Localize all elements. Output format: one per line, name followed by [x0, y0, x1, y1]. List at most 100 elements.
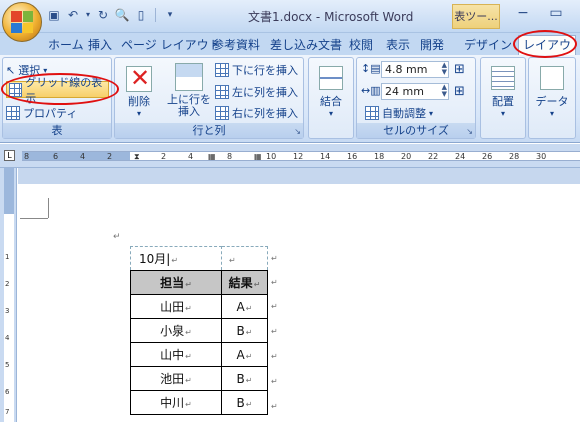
column-width-input[interactable]: 24 mm ▲ ▼ [381, 83, 449, 100]
page-corner-mark [20, 218, 48, 219]
print-preview-icon[interactable]: 🔍 [114, 7, 130, 23]
insert-above-label: 上に行を挿入 [167, 93, 211, 118]
undo-icon[interactable]: ↶ [65, 7, 81, 23]
ruler-number: 8 [24, 152, 30, 161]
row-height-icon: ↕▤ [361, 62, 381, 75]
horizontal-ruler[interactable]: 8 6 4 2 ⧗ 2 4 ▦ 8 ▦ 10 12 14 16 18 20 22… [0, 144, 580, 168]
header-cell[interactable]: 担当↵ [130, 270, 222, 295]
table-cell[interactable]: 10月|↵ [130, 246, 222, 271]
dialog-launcher-icon[interactable]: ↘ [294, 127, 301, 136]
tab-home[interactable]: ホーム [44, 35, 88, 55]
cell-text: 中川 [160, 396, 185, 410]
table-cell[interactable]: ↵ [221, 246, 268, 271]
tab-layout[interactable]: レイアウト [518, 35, 576, 71]
dialog-launcher-icon[interactable]: ↘ [466, 127, 473, 136]
delete-button[interactable]: ✕ 削除 ▾ [121, 64, 157, 120]
table-row: 山中↵ A↵ [130, 342, 268, 367]
merge-cells-icon [319, 66, 343, 90]
group-cell-size: ↕▤ 4.8 mm ▲ ▼ ⊞ ↔▥ 24 mm ▲ ▼ ⊞ 自動調整 ▾ セルのサ… [356, 57, 476, 139]
cell-text: B [236, 371, 245, 386]
tab-developer[interactable]: 開発 [416, 35, 448, 55]
cell-mark: ↵ [245, 399, 253, 409]
table-cell[interactable]: A↵ [221, 294, 268, 319]
autofit-button[interactable]: 自動調整 ▾ [365, 105, 433, 121]
insert-right-label: 右に列を挿入 [232, 107, 298, 120]
table-cell[interactable]: A↵ [221, 342, 268, 367]
tab-selector-button[interactable]: L [4, 150, 15, 161]
table-cell[interactable]: 池田↵ [130, 366, 222, 391]
table-cell[interactable]: 山田↵ [130, 294, 222, 319]
cell-mark: ↵ [185, 376, 192, 385]
new-document-icon[interactable]: ▯ [133, 7, 149, 23]
alignment-button[interactable]: 配置 ▾ [485, 66, 521, 120]
header-cell[interactable]: 結果↵ [221, 270, 268, 295]
distribute-columns-icon[interactable]: ⊞ [454, 84, 465, 99]
document-table[interactable]: 10月|↵ ↵ 担当↵ 結果↵ 山田↵ A↵ 小泉↵ B↵ 山中↵ A↵ 池田↵… [130, 246, 268, 415]
maximize-button[interactable]: ▭ [545, 5, 567, 23]
ruler-number: 2 [107, 152, 113, 161]
cell-mark: ↵ [185, 328, 192, 337]
spin-arrows-icon[interactable]: ▲ ▼ [442, 84, 447, 98]
properties-button[interactable]: プロパティ [6, 105, 77, 121]
ruler-column-marker-icon[interactable]: ▦ [254, 152, 262, 161]
row-end-mark: ↵ [271, 377, 278, 386]
autofit-label: 自動調整 [382, 107, 426, 120]
table-cell[interactable]: B↵ [221, 318, 268, 343]
spin-arrows-icon[interactable]: ▲ ▼ [442, 62, 447, 76]
properties-icon [6, 106, 20, 120]
table-cell[interactable]: B↵ [221, 390, 268, 415]
table-cell[interactable]: B↵ [221, 366, 268, 391]
tab-references[interactable]: 参考資料 [208, 35, 264, 55]
merge-button[interactable]: 結合 ▾ [313, 66, 349, 120]
column-width-value: 24 mm [385, 85, 424, 98]
ruler-number: 14 [320, 152, 331, 161]
table-cell[interactable]: 山中↵ [130, 342, 222, 367]
insert-below-button[interactable]: 下に行を挿入 [215, 62, 298, 78]
autofit-icon [365, 106, 379, 120]
insert-left-label: 左に列を挿入 [232, 86, 298, 99]
insert-column-left-icon [215, 85, 229, 99]
ruler-number: 30 [536, 152, 547, 161]
vertical-ruler[interactable]: 1 2 3 4 5 6 7 [0, 168, 17, 422]
cell-text: 山中 [160, 348, 185, 362]
document-page[interactable] [18, 168, 580, 422]
save-icon[interactable]: ▣ [46, 7, 62, 23]
vruler-number: 3 [5, 307, 10, 315]
row-height-input[interactable]: 4.8 mm ▲ ▼ [381, 61, 449, 78]
insert-row-below-icon [215, 63, 229, 77]
table-row: 中川↵ B↵ [130, 390, 268, 415]
office-button[interactable] [2, 2, 42, 42]
ruler-number: 4 [80, 152, 86, 161]
row-height-value: 4.8 mm [385, 63, 428, 76]
data-button[interactable]: データ ▾ [533, 66, 571, 120]
insert-right-button[interactable]: 右に列を挿入 [215, 105, 298, 121]
insert-left-button[interactable]: 左に列を挿入 [215, 84, 298, 100]
chevron-down-icon: ▾ [136, 109, 141, 118]
tab-mailings[interactable]: 差し込み文書 [266, 35, 346, 55]
minimize-button[interactable]: − [512, 5, 534, 23]
redo-icon[interactable]: ↻ [95, 7, 111, 23]
table-cell[interactable]: 小泉↵ [130, 318, 222, 343]
cell-mark: ↵ [185, 400, 192, 409]
customize-qat-icon[interactable]: ▾ [162, 7, 178, 23]
table-cell[interactable]: 中川↵ [130, 390, 222, 415]
ruler-column-marker-icon[interactable]: ▦ [208, 152, 216, 161]
distribute-rows-icon[interactable]: ⊞ [454, 62, 465, 77]
ruler-indent-marker-icon[interactable]: ⧗ [134, 152, 140, 162]
tab-design[interactable]: デザイン [460, 35, 516, 55]
insert-above-button[interactable]: 上に行を挿入 [167, 63, 211, 118]
group-label-cell-size: セルのサイズ [357, 123, 475, 138]
view-gridlines-button[interactable]: グリッド線の表示 [6, 76, 109, 105]
row-end-mark: ↵ [271, 352, 278, 361]
tab-review[interactable]: 校閲 [345, 35, 377, 55]
cell-text: B [236, 323, 245, 338]
group-merge: 結合 ▾ [308, 57, 354, 139]
tab-view[interactable]: 表示 [382, 35, 414, 55]
insert-column-right-icon [215, 106, 229, 120]
tab-insert[interactable]: 挿入 [84, 35, 116, 55]
group-label-table: 表 [3, 123, 111, 138]
vruler-number: 6 [5, 388, 10, 396]
column-width-icon: ↔▥ [361, 84, 381, 97]
undo-dropdown-icon[interactable]: ▾ [84, 7, 92, 23]
vruler-number: 7 [5, 408, 10, 416]
